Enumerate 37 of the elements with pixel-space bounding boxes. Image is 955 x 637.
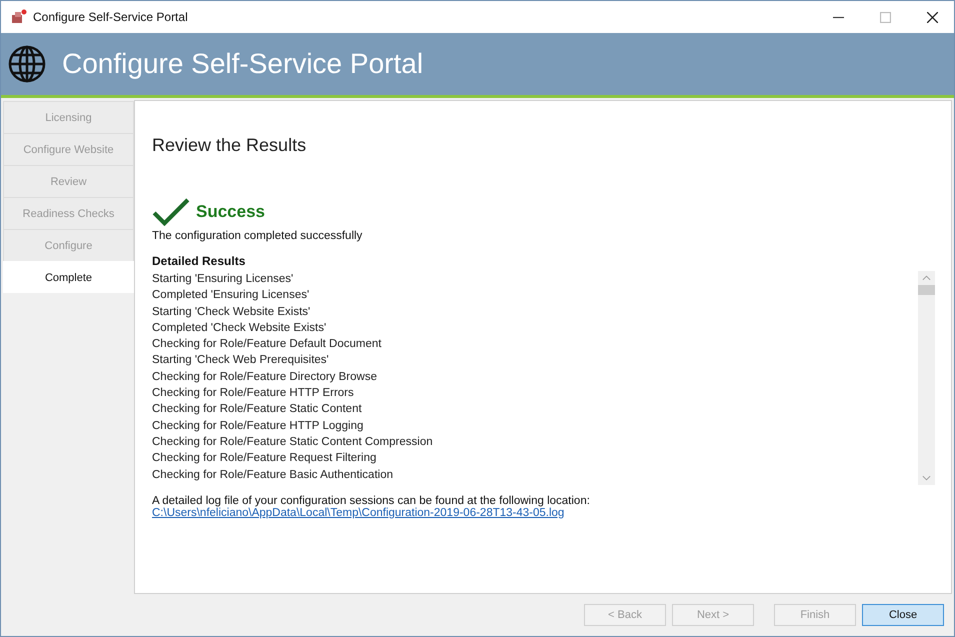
result-line: Completed 'Ensuring Licenses': [152, 288, 310, 304]
wizard-step[interactable]: Licensing: [3, 101, 134, 133]
wizard-step[interactable]: Review: [3, 165, 134, 197]
log-file-link[interactable]: C:\Users\nfeliciano\AppData\Local\Temp\Configuration-2019-06-28T13-43-05.log: [152, 507, 564, 519]
header-title: Configure Self-Service Portal: [62, 48, 424, 80]
checkmark-icon: [152, 198, 190, 226]
result-line: Checking for Role/Feature Static Content Compression: [152, 434, 434, 450]
page-title: Review the Results: [152, 135, 308, 156]
window-title: Configure Self-Service Portal: [33, 10, 188, 24]
status-message: The configuration completed successfully: [152, 230, 364, 242]
result-line: Checking for Role/Feature Basic Authentication: [152, 468, 394, 483]
result-line: Starting 'Check Web Prerequisites': [152, 353, 330, 368]
wizard-step[interactable]: Complete: [3, 261, 134, 293]
result-line: Checking for Role/Feature HTTP Errors: [152, 386, 355, 402]
result-line: Starting 'Check Website Exists': [152, 304, 312, 320]
scroll-down-icon[interactable]: [922, 475, 931, 481]
wizard-step[interactable]: Configure: [3, 229, 134, 261]
result-line: Checking for Role/Feature Default Document: [152, 337, 382, 352]
scrollbar[interactable]: [918, 271, 935, 485]
result-line: Checking for Role/Feature Directory Browse: [152, 370, 378, 385]
wizard-step[interactable]: Configure Website: [3, 133, 134, 165]
result-line: Checking for Role/Feature HTTP Logging: [152, 418, 364, 434]
result-line: Checking for Role/Feature Static Content: [152, 402, 363, 418]
log-location-text: A detailed log file of your configuration sessions can be found at the following location:: [152, 495, 591, 507]
globe-icon: [7, 44, 47, 84]
results-heading: Detailed Results: [152, 254, 246, 268]
close-icon[interactable]: [927, 12, 938, 22]
scrollbar-thumb[interactable]: [918, 285, 935, 295]
result-line: Starting 'Ensuring Licenses': [152, 272, 294, 287]
wizard-button[interactable]: Close: [862, 604, 944, 626]
result-line: Completed 'Check Website Exists': [152, 320, 328, 336]
scroll-up-icon[interactable]: [922, 275, 931, 281]
wizard-step[interactable]: Readiness Checks: [3, 197, 134, 229]
maximize-icon[interactable]: [880, 12, 891, 22]
status-title: Success: [196, 202, 265, 222]
result-line: Checking for Role/Feature Request Filtering: [152, 451, 378, 466]
app-icon: [11, 9, 27, 25]
